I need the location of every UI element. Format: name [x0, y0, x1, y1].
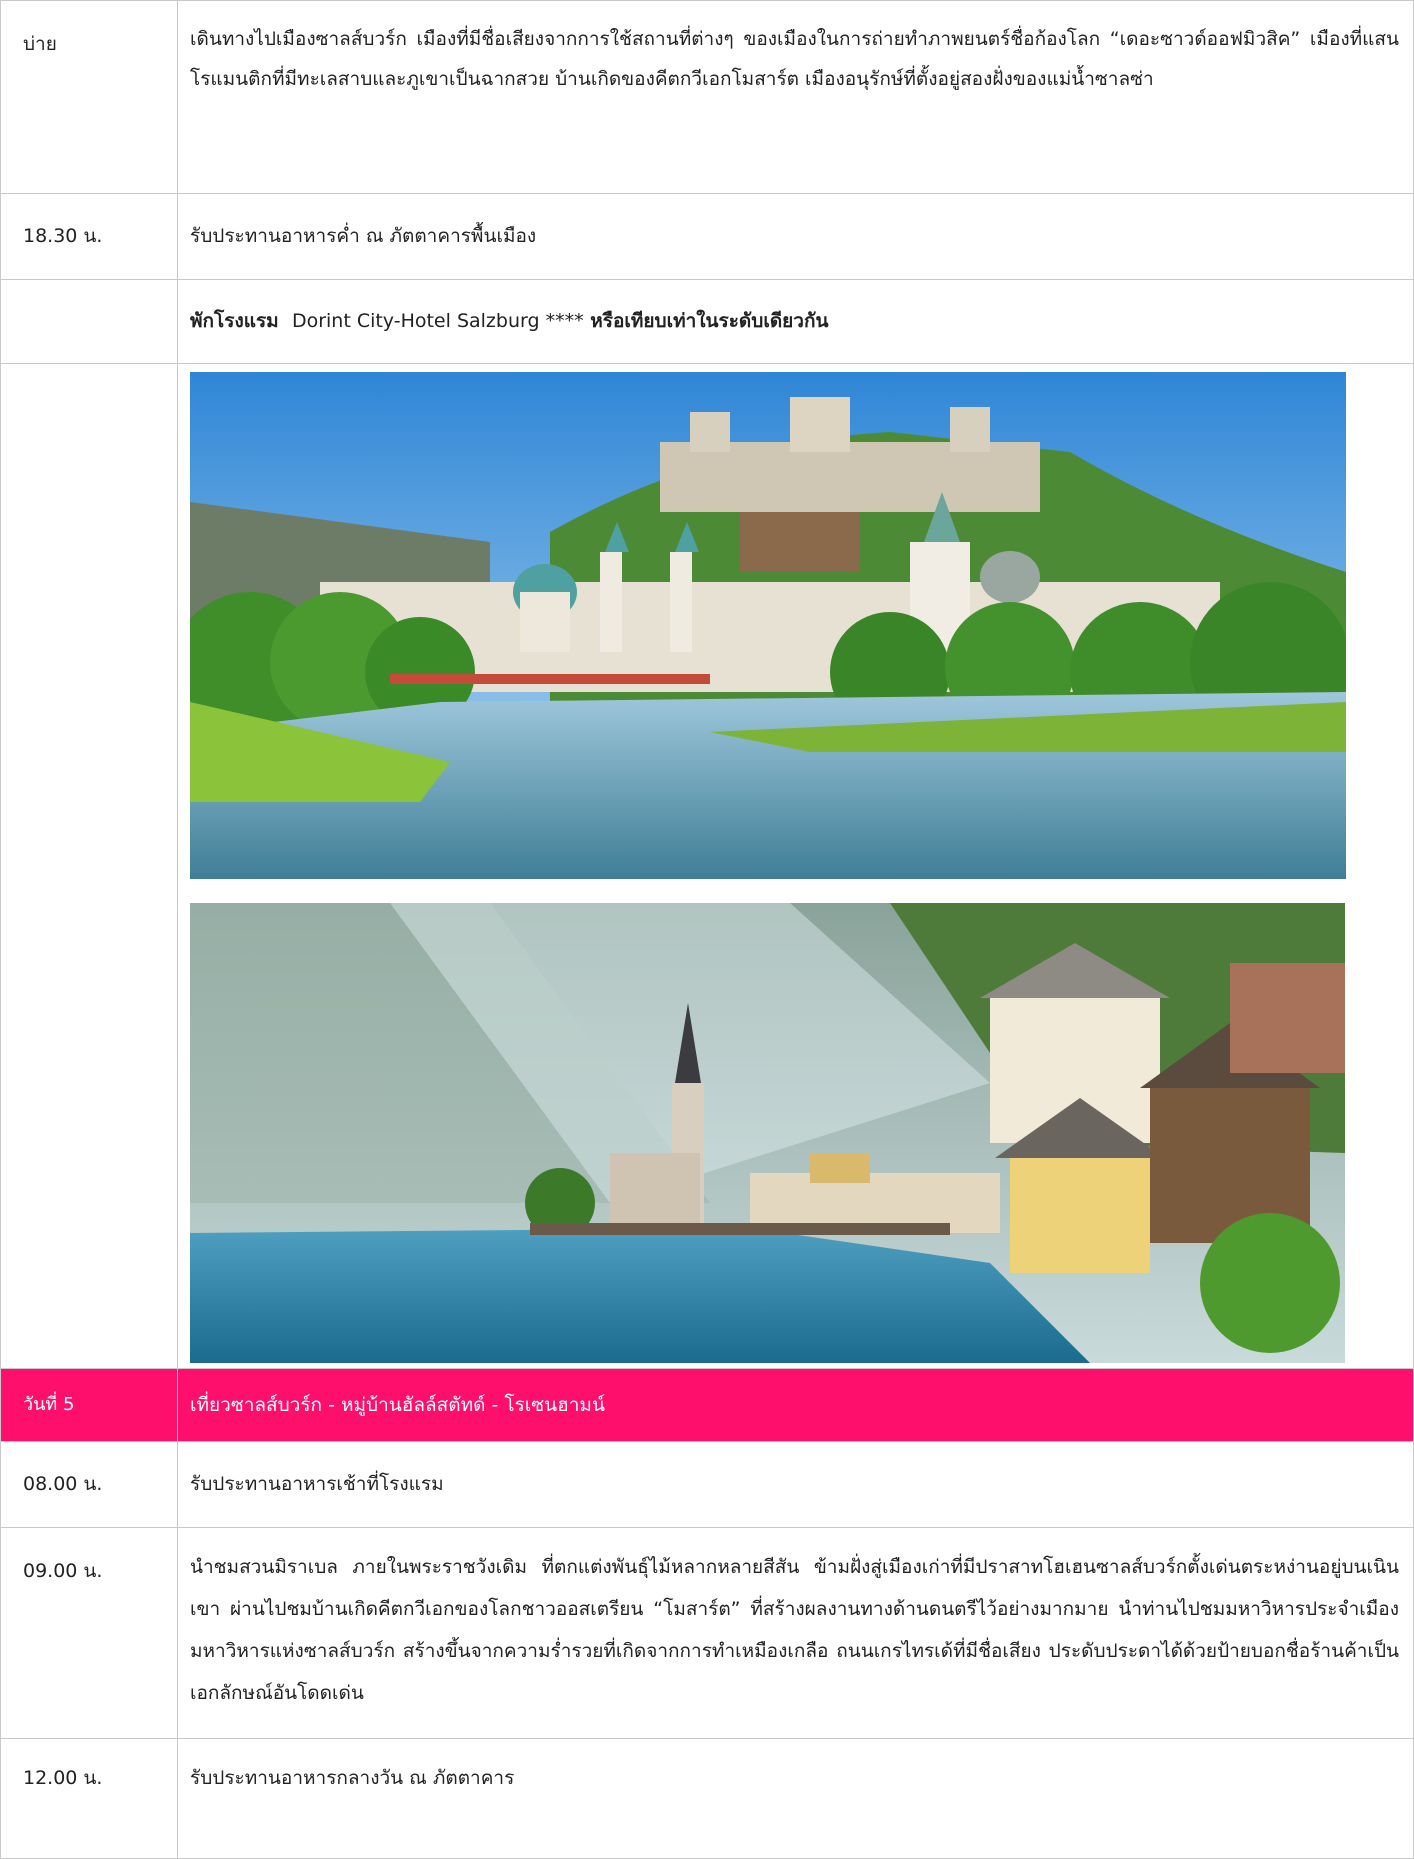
day-number: วันที่ 5 — [0, 1368, 178, 1442]
day-title: เที่ยวซาลส์บวร์ก - หมู่บ้านฮัลล์สตัทด์ -… — [177, 1368, 1414, 1442]
hotel-suffix: หรือเทียบเท่าในระดับเดียวกัน — [590, 310, 829, 332]
time-cell: 09.00 น. — [0, 1527, 178, 1739]
time-cell — [0, 363, 178, 1369]
time-cell: 12.00 น. — [0, 1738, 178, 1859]
activity-description: รับประทานอาหารกลางวัน ณ ภัตตาคาร — [177, 1738, 1414, 1859]
table-row: 09.00 น. นำชมสวนมิราเบล ภายในพระราชวังเด… — [0, 1527, 1414, 1739]
activity-description: รับประทานอาหารเช้าที่โรงแรม — [177, 1441, 1414, 1528]
hotel-prefix: พักโรงแรม — [190, 310, 279, 332]
hallstatt-photo-illustration — [190, 903, 1345, 1363]
hotel-info: พักโรงแรม Dorint City-Hotel Salzburg ***… — [177, 279, 1414, 364]
table-row: บ่าย เดินทางไปเมืองซาลส์บวร์ก เมืองที่มี… — [0, 0, 1414, 194]
activity-description: รับประทานอาหารค่ำ ณ ภัตตาคารพื้นเมือง — [177, 193, 1414, 280]
day-header-row: วันที่ 5 เที่ยวซาลส์บวร์ก - หมู่บ้านฮัลล… — [0, 1368, 1414, 1442]
table-row: 12.00 น. รับประทานอาหารกลางวัน ณ ภัตตาคา… — [0, 1738, 1414, 1859]
time-cell — [0, 279, 178, 364]
hotel-name: Dorint City-Hotel Salzburg **** — [291, 310, 584, 332]
time-cell: 18.30 น. — [0, 193, 178, 280]
activity-description: เดินทางไปเมืองซาลส์บวร์ก เมืองที่มีชื่อเ… — [177, 0, 1414, 194]
salzburg-photo — [190, 372, 1346, 879]
table-row: 18.30 น. รับประทานอาหารค่ำ ณ ภัตตาคารพื้… — [0, 193, 1414, 280]
time-cell: บ่าย — [0, 0, 178, 194]
table-row: พักโรงแรม Dorint City-Hotel Salzburg ***… — [0, 279, 1414, 364]
hallstatt-photo — [190, 903, 1345, 1363]
time-cell: 08.00 น. — [0, 1441, 178, 1528]
salzburg-photo-illustration — [190, 372, 1346, 879]
activity-description: นำชมสวนมิราเบล ภายในพระราชวังเดิม ที่ตกแ… — [177, 1527, 1414, 1739]
table-row: 08.00 น. รับประทานอาหารเช้าที่โรงแรม — [0, 1441, 1414, 1528]
